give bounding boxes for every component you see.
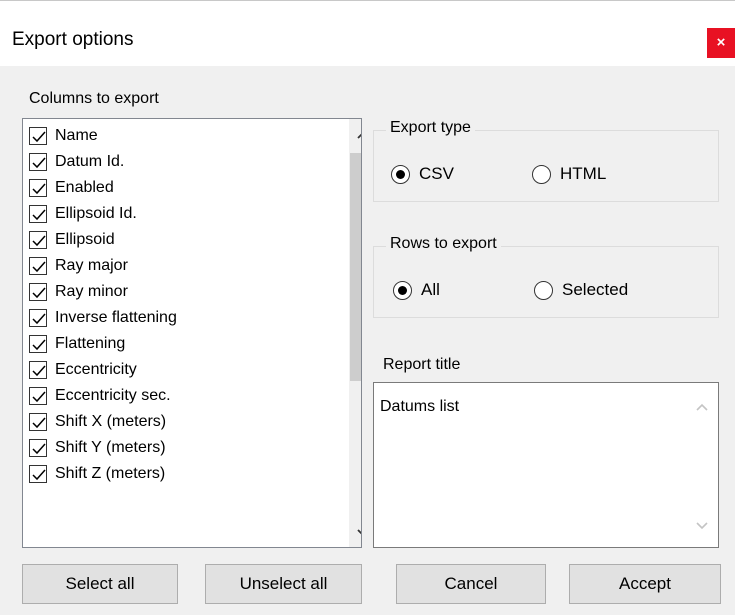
select-all-button[interactable]: Select all xyxy=(22,564,178,604)
columns-listbox[interactable]: Name Datum Id. Enabled Ellipsoid Id. Ell… xyxy=(22,118,362,548)
list-item[interactable]: Datum Id. xyxy=(29,149,124,175)
columns-to-export-label: Columns to export xyxy=(29,90,159,107)
list-item-label: Datum Id. xyxy=(55,153,125,170)
list-item[interactable]: Eccentricity sec. xyxy=(29,383,171,409)
unselect-all-button[interactable]: Unselect all xyxy=(205,564,362,604)
radio-label: CSV xyxy=(419,164,454,183)
radio-label: HTML xyxy=(560,164,607,183)
list-item-label: Enabled xyxy=(55,179,114,196)
list-item[interactable]: Shift Z (meters) xyxy=(29,461,165,487)
list-item[interactable]: Enabled xyxy=(29,175,114,201)
list-item[interactable]: Inverse flattening xyxy=(29,305,177,331)
list-item[interactable]: Ray major xyxy=(29,253,128,279)
rows-to-export-label: Rows to export xyxy=(386,235,501,253)
radio-all[interactable]: All xyxy=(393,280,440,300)
list-item[interactable]: Ray minor xyxy=(29,279,128,305)
accept-button[interactable]: Accept xyxy=(569,564,721,604)
checkbox[interactable] xyxy=(29,335,47,353)
radio-button[interactable] xyxy=(393,280,412,300)
radio-button[interactable] xyxy=(391,164,410,184)
checkbox[interactable] xyxy=(29,153,47,171)
checkbox[interactable] xyxy=(29,283,47,301)
checkbox[interactable] xyxy=(29,413,47,431)
report-title-label: Report title xyxy=(383,356,461,373)
radio-selected[interactable]: Selected xyxy=(534,280,628,300)
list-item[interactable]: Ellipsoid Id. xyxy=(29,201,137,227)
checkbox[interactable] xyxy=(29,127,47,145)
list-item-label: Ray minor xyxy=(55,283,128,300)
list-item-label: Ellipsoid xyxy=(55,231,115,248)
list-item[interactable]: Eccentricity xyxy=(29,357,137,383)
checkbox[interactable] xyxy=(29,179,47,197)
radio-csv[interactable]: CSV xyxy=(391,164,454,184)
radio-button[interactable] xyxy=(532,164,551,184)
scrollbar-thumb[interactable] xyxy=(350,153,361,381)
checkbox[interactable] xyxy=(29,309,47,327)
radio-label: All xyxy=(421,280,440,299)
window-title: Export options xyxy=(12,29,134,50)
checkbox[interactable] xyxy=(29,361,47,379)
list-item[interactable]: Flattening xyxy=(29,331,125,357)
list-item-label: Flattening xyxy=(55,335,126,352)
list-item-label: Ray major xyxy=(55,257,128,274)
radio-label: Selected xyxy=(562,280,629,299)
checkbox[interactable] xyxy=(29,231,47,249)
report-title-input[interactable]: Datums list xyxy=(373,382,719,548)
checkbox[interactable] xyxy=(29,257,47,275)
title-bar: Export options × xyxy=(0,0,735,66)
export-options-dialog: Export options × Columns to export Name … xyxy=(0,0,735,615)
radio-html[interactable]: HTML xyxy=(532,164,606,184)
scroll-up-arrow-icon xyxy=(696,403,708,411)
scroll-up-arrow-icon[interactable] xyxy=(349,121,361,149)
cancel-button[interactable]: Cancel xyxy=(396,564,546,604)
checkbox[interactable] xyxy=(29,205,47,223)
list-item-label: Name xyxy=(55,127,98,144)
close-icon[interactable]: × xyxy=(707,28,735,58)
checkbox[interactable] xyxy=(29,465,47,483)
list-item-label: Shift X (meters) xyxy=(55,413,167,430)
list-item-label: Shift Y (meters) xyxy=(55,439,166,456)
list-item-label: Eccentricity xyxy=(55,361,137,378)
list-item-label: Eccentricity sec. xyxy=(55,387,171,404)
checkbox[interactable] xyxy=(29,387,47,405)
list-item-label: Inverse flattening xyxy=(55,309,177,326)
radio-button[interactable] xyxy=(534,280,553,300)
export-type-label: Export type xyxy=(386,119,475,137)
list-item[interactable]: Shift Y (meters) xyxy=(29,435,166,461)
report-title-value: Datums list xyxy=(380,398,460,415)
checkbox[interactable] xyxy=(29,439,47,457)
list-item-label: Shift Z (meters) xyxy=(55,465,166,482)
list-item[interactable]: Shift X (meters) xyxy=(29,409,166,435)
list-item-label: Ellipsoid Id. xyxy=(55,205,137,222)
list-item[interactable]: Name xyxy=(29,123,98,149)
list-item[interactable]: Ellipsoid xyxy=(29,227,115,253)
scroll-down-arrow-icon[interactable] xyxy=(349,519,361,547)
scroll-down-arrow-icon xyxy=(696,522,708,530)
